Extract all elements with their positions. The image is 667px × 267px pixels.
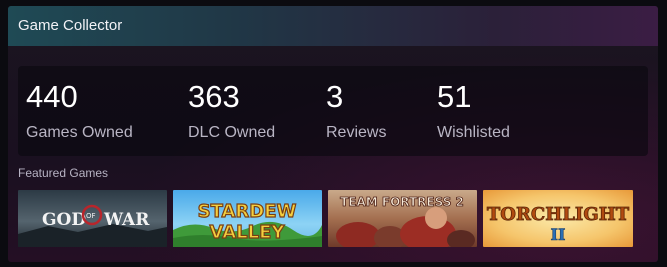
- stat-label: Reviews: [326, 124, 387, 141]
- stat-games-owned[interactable]: 440 Games Owned: [26, 80, 133, 142]
- stat-value: 363: [188, 79, 240, 114]
- team-fortress-2-capsule: TEAM FORTRESS 2: [328, 190, 477, 247]
- stat-value: 51: [437, 79, 472, 114]
- widget-title: Game Collector: [18, 17, 123, 34]
- game-tile-god-of-war[interactable]: GOD OF WAR: [18, 190, 167, 247]
- stat-label: DLC Owned: [188, 124, 276, 141]
- game-collector-widget: Game Collector 440 Games Owned 363 DLC O…: [8, 6, 658, 262]
- logo-text: TEAM FORTRESS 2: [340, 195, 464, 209]
- stat-value: 3: [326, 79, 344, 114]
- stat-reviews[interactable]: 3 Reviews: [326, 80, 386, 142]
- logo-text: TORCHLIGHT: [487, 204, 630, 225]
- stat-dlc-owned[interactable]: 363 DLC Owned: [188, 80, 275, 142]
- game-tile-torchlight-2[interactable]: TORCHLIGHT II: [483, 190, 633, 247]
- stat-wishlisted[interactable]: 51 Wishlisted: [437, 80, 510, 142]
- logo-text: STARDEW: [198, 201, 297, 222]
- logo-text: OF: [86, 212, 96, 220]
- stats-bar: 440 Games Owned 363 DLC Owned 3 Reviews …: [18, 66, 648, 156]
- stat-label: Wishlisted: [437, 124, 510, 141]
- god-of-war-capsule: GOD OF WAR: [18, 190, 167, 247]
- game-tile-team-fortress-2[interactable]: TEAM FORTRESS 2: [328, 190, 477, 247]
- stat-value: 440: [26, 79, 78, 114]
- widget-header: Game Collector: [8, 6, 658, 46]
- stardew-valley-capsule: STARDEW VALLEY: [173, 190, 322, 247]
- logo-text: WAR: [103, 210, 150, 230]
- featured-games-label: Featured Games: [18, 166, 109, 180]
- logo-text: VALLEY: [210, 222, 286, 243]
- logo-text: GOD: [42, 210, 86, 230]
- stat-label: Games Owned: [26, 124, 133, 141]
- torchlight-2-capsule: TORCHLIGHT II: [483, 190, 633, 247]
- game-tile-stardew-valley[interactable]: STARDEW VALLEY: [173, 190, 322, 247]
- logo-text: II: [551, 225, 566, 244]
